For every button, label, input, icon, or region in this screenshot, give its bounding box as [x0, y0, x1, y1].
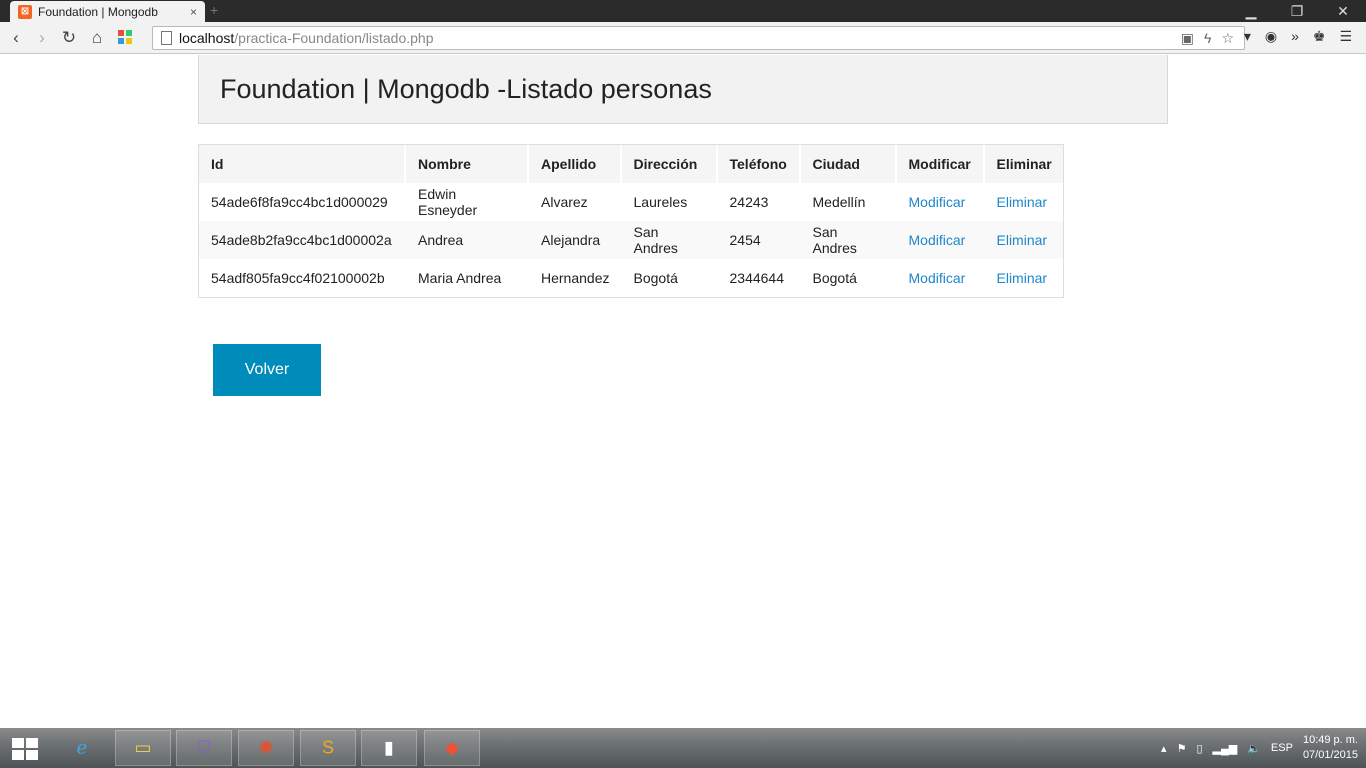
cell-modificar: Modificar [897, 259, 985, 297]
cell-eliminar: Eliminar [984, 221, 1063, 259]
table-row: 54ade8b2fa9cc4bc1d00002a Andrea Alejandr… [199, 221, 1063, 259]
personas-table: Id Nombre Apellido Dirección Teléfono Ci… [198, 144, 1064, 298]
cell-apellido: Hernandez [541, 270, 610, 286]
network-icon[interactable]: ▂▄▆ [1213, 742, 1238, 755]
cell-modificar: Modificar [896, 221, 985, 259]
cell-apellido: Alvarez [541, 194, 588, 210]
action-center-icon[interactable]: ⚑ [1177, 742, 1187, 755]
back-icon[interactable]: ‹ [5, 27, 27, 49]
url-path: /practica-Foundation/listado.php [234, 30, 434, 46]
page-content: Foundation | Mongodb -Listado personas I… [0, 55, 1366, 728]
cell-eliminar: Eliminar [985, 183, 1063, 221]
cell-telefono: 2344644 [729, 270, 785, 286]
xampp-favicon-icon: ⊠ [18, 4, 32, 19]
clock-time: 10:49 p. m. [1302, 734, 1358, 746]
clock[interactable]: 10:49 p. m. 07/01/2015 [1303, 733, 1358, 763]
cell-modificar: Modificar [897, 183, 985, 221]
language-indicator[interactable]: ESP [1271, 742, 1293, 754]
git-icon[interactable]: ◆ [424, 730, 480, 766]
extension-icon[interactable]: ◉ [1265, 28, 1277, 45]
cell-nombre: Andrea [406, 221, 529, 259]
column-header-ciudad: Ciudad [800, 145, 897, 183]
extension-icons: ▾ ◉ » ♚ ☰ [1244, 28, 1352, 45]
flash-icon[interactable]: ϟ [1204, 27, 1211, 49]
window-controls: ▁ ❐ ✕ [1228, 0, 1366, 22]
restore-icon[interactable]: ❐ [1274, 0, 1320, 22]
column-header-nombre: Nombre [406, 145, 529, 183]
browser-tab[interactable]: ⊠ Foundation | Mongodb × [10, 1, 205, 22]
apps-icon[interactable] [118, 30, 132, 44]
home-icon[interactable]: ⌂ [86, 27, 108, 49]
taskbar: ℯ ▭ ⛉ ✺ S ▮ ◆ ▴ ⚑ ▯ ▂▄▆ 🔈 ESP 10:49 p. m… [0, 728, 1366, 768]
cell-direccion: Bogotá [633, 270, 678, 286]
column-header-direccion: Dirección [621, 145, 718, 183]
column-header-apellido: Apellido [529, 145, 622, 183]
cell-eliminar: Eliminar [985, 259, 1063, 297]
command-prompt-icon[interactable]: ▮ [361, 730, 417, 766]
table-row: 54adf805fa9cc4f02100002b Maria Andrea He… [199, 259, 1063, 297]
minimize-icon[interactable]: ▁ [1228, 0, 1274, 22]
cell-nombre: Edwin Esneyder [418, 186, 478, 218]
power-icon[interactable]: ▯ [1196, 742, 1202, 755]
eliminar-link[interactable]: Eliminar [997, 232, 1048, 248]
modificar-link[interactable]: Modificar [909, 270, 966, 286]
cell-id: 54ade6f8fa9cc4bc1d000029 [211, 194, 388, 210]
page-title: Foundation | Mongodb -Listado personas [220, 74, 712, 104]
column-header-modificar: Modificar [896, 145, 985, 183]
cell-direccion: San Andres [621, 221, 718, 259]
file-explorer-icon[interactable]: ▭ [115, 730, 171, 766]
cell-apellido: Alejandra [529, 221, 622, 259]
bookmark-star-icon[interactable]: ☆ [1221, 27, 1234, 49]
close-window-icon[interactable]: ✕ [1320, 0, 1366, 22]
cell-direccion: Laureles [633, 194, 688, 210]
tab-close-icon[interactable]: × [190, 5, 197, 19]
volume-icon[interactable]: 🔈 [1247, 742, 1261, 755]
internet-explorer-icon[interactable]: ℯ [54, 730, 110, 766]
cell-id: 54adf805fa9cc4f02100002b [211, 270, 385, 286]
table-header-row: Id Nombre Apellido Dirección Teléfono Ci… [199, 145, 1063, 183]
column-header-telefono: Teléfono [717, 145, 801, 183]
cell-telefono: 2454 [717, 221, 801, 259]
volver-button[interactable]: Volver [213, 344, 321, 396]
omnibox-actions: ▣ ϟ ☆ [1181, 27, 1234, 49]
windows-start-icon[interactable] [12, 738, 38, 760]
system-tray: ▴ ⚑ ▯ ▂▄▆ 🔈 ESP 10:49 p. m. 07/01/2015 [1161, 728, 1358, 768]
security-shield-icon[interactable]: ⛉ [176, 730, 232, 766]
color-app-icon[interactable]: ✺ [238, 730, 294, 766]
page-icon [161, 31, 172, 45]
blocked-content-icon[interactable]: ▣ [1181, 27, 1194, 49]
tab-title: Foundation | Mongodb [38, 4, 158, 19]
cell-ciudad: Bogotá [812, 270, 857, 286]
table-row: 54ade6f8fa9cc4bc1d000029 Edwin Esneyder … [199, 183, 1063, 221]
new-tab-icon[interactable]: + [210, 2, 218, 18]
eliminar-link[interactable]: Eliminar [997, 270, 1048, 286]
sublime-text-icon[interactable]: S [300, 730, 356, 766]
address-bar[interactable]: localhost/practica-Foundation/listado.ph… [152, 26, 1245, 50]
cell-telefono: 24243 [729, 194, 769, 210]
column-header-id: Id [199, 145, 406, 183]
modificar-link[interactable]: Modificar [909, 232, 966, 248]
dropdown-arrow-icon[interactable]: ▾ [1244, 28, 1251, 45]
eliminar-link[interactable]: Eliminar [997, 194, 1048, 210]
reload-icon[interactable]: ↻ [58, 27, 80, 49]
cell-id: 54ade8b2fa9cc4bc1d00002a [199, 221, 406, 259]
browser-tabbar: ⊠ Foundation | Mongodb × + ▁ ❐ ✕ [0, 0, 1366, 22]
cell-nombre: Maria Andrea [418, 270, 502, 286]
url-host: localhost [179, 30, 235, 46]
tray-overflow-icon[interactable]: ▴ [1161, 742, 1167, 755]
overflow-chevron-icon[interactable]: » [1291, 28, 1299, 45]
column-header-eliminar: Eliminar [984, 145, 1063, 183]
header-panel: Foundation | Mongodb -Listado personas [198, 55, 1168, 124]
clock-date: 07/01/2015 [1302, 749, 1358, 761]
menu-icon[interactable]: ☰ [1339, 28, 1352, 45]
cell-ciudad: Medellín [812, 194, 866, 210]
modificar-link[interactable]: Modificar [909, 194, 966, 210]
forward-icon[interactable]: › [31, 27, 53, 49]
cell-ciudad: San Andres [800, 221, 897, 259]
theme-icon[interactable]: ♚ [1313, 28, 1326, 45]
